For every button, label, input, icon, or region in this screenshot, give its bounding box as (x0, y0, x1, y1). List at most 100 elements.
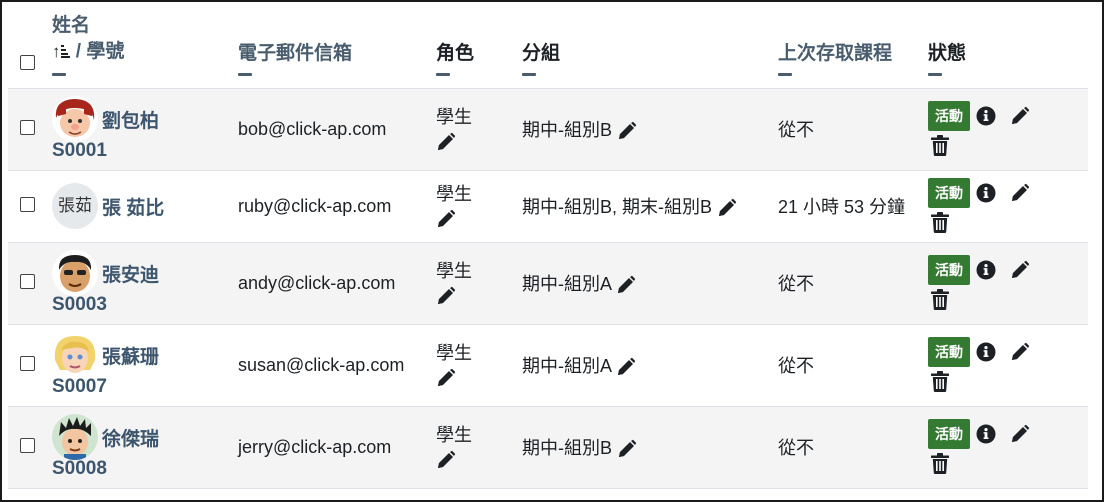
group-label: 分組 (522, 42, 561, 64)
role-cell: 學生 (436, 406, 522, 488)
info-icon[interactable] (976, 106, 996, 126)
name-header: 姓名 ↑ / 學號 (52, 2, 238, 88)
group-cell: 期中-組別B (522, 88, 778, 170)
avatar[interactable] (52, 96, 98, 142)
collapse-column-icon[interactable] (436, 72, 450, 76)
edit-role-icon[interactable] (436, 132, 456, 152)
group-header: 分組 (522, 2, 778, 88)
student-id: S0001 (52, 140, 107, 161)
group-cell: 期中-組別B, 期末-組別B (522, 170, 778, 242)
user-name-link[interactable]: 張安迪 (102, 265, 159, 286)
role-cell: 學生 (436, 242, 522, 324)
edit-enrolment-icon[interactable] (1010, 260, 1030, 280)
trash-icon[interactable] (931, 371, 951, 393)
trash-icon[interactable] (931, 289, 951, 311)
avatar[interactable]: 張茹 (52, 183, 98, 229)
email-cell: jerry@click-ap.com (238, 406, 436, 488)
trash-icon[interactable] (931, 453, 951, 475)
user-name-link[interactable]: 張 茹比 (102, 198, 164, 219)
edit-group-icon[interactable] (617, 121, 637, 141)
row-checkbox[interactable] (20, 355, 35, 371)
sort-by-id-link[interactable]: / 學號 (76, 41, 125, 62)
role-label: 角色 (436, 42, 475, 64)
select-all-cell (8, 2, 52, 88)
trash-icon[interactable] (931, 212, 951, 234)
student-id: S0003 (52, 294, 107, 315)
name-cell: 張安迪 S0003 (52, 242, 238, 324)
status-badge: 活動 (928, 178, 970, 208)
row-checkbox[interactable] (20, 437, 35, 453)
last-access-cell: 從不 (778, 324, 928, 406)
group-cell: 期中-組別B (522, 406, 778, 488)
row-checkbox[interactable] (20, 119, 35, 135)
collapse-column-icon[interactable] (522, 72, 536, 76)
row-checkbox[interactable] (20, 196, 35, 212)
user-name-link[interactable]: 張蘇珊 (102, 347, 159, 368)
status-badge: 活動 (928, 255, 970, 285)
edit-enrolment-icon[interactable] (1010, 183, 1030, 203)
status-cell: 活動 (928, 406, 1088, 488)
edit-group-icon[interactable] (717, 198, 737, 218)
edit-role-icon[interactable] (436, 286, 456, 306)
user-name-link[interactable]: 徐傑瑞 (102, 429, 159, 450)
edit-group-icon[interactable] (617, 439, 637, 459)
edit-enrolment-icon[interactable] (1010, 424, 1030, 444)
collapse-column-icon[interactable] (778, 72, 792, 76)
role-text: 學生 (436, 184, 472, 204)
edit-role-icon[interactable] (436, 368, 456, 388)
name-cell: 張茹張 茹比 (52, 170, 238, 242)
info-icon[interactable] (976, 342, 996, 362)
avatar[interactable] (52, 414, 98, 460)
participants-table: 姓名 ↑ / 學號 電子郵件信箱 角色 分組 上次存取課程 狀態 劉包柏 S00… (8, 2, 1088, 489)
group-text: 期中-組別A (522, 356, 612, 376)
last-access-cell: 從不 (778, 406, 928, 488)
last-access-text: 從不 (778, 356, 814, 376)
status-label: 狀態 (928, 42, 967, 64)
status-badge: 活動 (928, 101, 970, 131)
student-id: S0007 (52, 376, 107, 397)
table-row: 張蘇珊 S0007 susan@click-ap.com 學生 期中-組別A 從… (8, 324, 1088, 406)
sort-by-last-access-link[interactable]: 上次存取課程 (778, 43, 892, 64)
role-text: 學生 (436, 107, 472, 127)
status-header: 狀態 (928, 2, 1088, 88)
role-cell: 學生 (436, 88, 522, 170)
email-cell: ruby@click-ap.com (238, 170, 436, 242)
email-text: susan@click-ap.com (238, 354, 405, 375)
edit-role-icon[interactable] (436, 209, 456, 229)
select-cell (8, 170, 52, 242)
table-header-row: 姓名 ↑ / 學號 電子郵件信箱 角色 分組 上次存取課程 狀態 (8, 2, 1088, 88)
status-cell: 活動 (928, 88, 1088, 170)
sort-by-email-link[interactable]: 電子郵件信箱 (238, 43, 352, 64)
role-text: 學生 (436, 425, 472, 445)
last-access-text: 21 小時 53 分鐘 (778, 197, 906, 217)
email-text: ruby@click-ap.com (238, 195, 392, 216)
last-access-cell: 從不 (778, 88, 928, 170)
select-all-checkbox[interactable] (20, 54, 35, 70)
name-cell: 徐傑瑞 S0008 (52, 406, 238, 488)
edit-enrolment-icon[interactable] (1010, 106, 1030, 126)
name-cell: 劉包柏 S0001 (52, 88, 238, 170)
user-name-link[interactable]: 劉包柏 (102, 111, 159, 132)
avatar[interactable] (52, 250, 98, 296)
email-header: 電子郵件信箱 (238, 2, 436, 88)
last-access-cell: 21 小時 53 分鐘 (778, 170, 928, 242)
name-cell: 張蘇珊 S0007 (52, 324, 238, 406)
role-cell: 學生 (436, 324, 522, 406)
last-access-header: 上次存取課程 (778, 2, 928, 88)
info-icon[interactable] (976, 260, 996, 280)
edit-group-icon[interactable] (616, 357, 636, 377)
sort-by-name-link[interactable]: 姓名 (52, 15, 90, 36)
collapse-column-icon[interactable] (52, 72, 66, 76)
edit-group-icon[interactable] (616, 275, 636, 295)
edit-enrolment-icon[interactable] (1010, 342, 1030, 362)
trash-icon[interactable] (931, 135, 951, 157)
collapse-column-icon[interactable] (928, 72, 942, 76)
row-checkbox[interactable] (20, 273, 35, 289)
info-icon[interactable] (976, 183, 996, 203)
email-cell: susan@click-ap.com (238, 324, 436, 406)
collapse-column-icon[interactable] (238, 72, 252, 76)
status-cell: 活動 (928, 324, 1088, 406)
edit-role-icon[interactable] (436, 450, 456, 470)
info-icon[interactable] (976, 424, 996, 444)
avatar[interactable] (52, 332, 98, 378)
